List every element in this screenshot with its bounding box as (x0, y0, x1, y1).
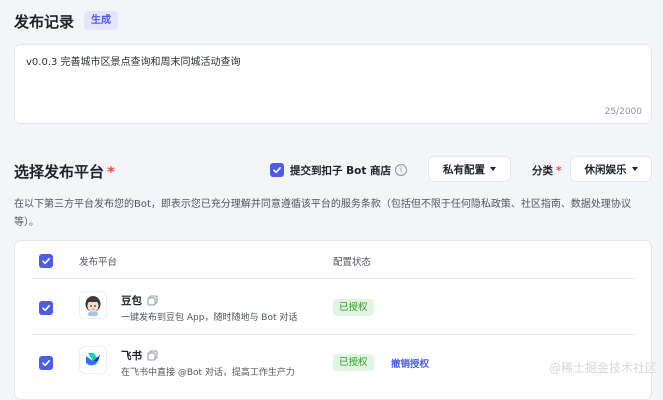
feishu-logo-icon (79, 346, 107, 374)
terms-notice: 在以下第三方平台发布您的Bot，即表示您已充分理解并同意遵循该平台的服务条款（包… (14, 199, 631, 228)
category-value: 休闲娱乐 (584, 163, 627, 176)
platform-section-title-text: 选择发布平台 (14, 163, 105, 181)
check-icon (273, 167, 281, 174)
info-icon[interactable]: i (395, 164, 408, 176)
header-platform: 发布平台 (79, 257, 118, 268)
submit-store-checkbox[interactable] (270, 163, 284, 177)
submit-store-option[interactable]: 提交到扣子 Bot 商店 i (270, 162, 408, 178)
platform-section-title: 选择发布平台 * (14, 161, 115, 182)
category-required-mark: * (556, 165, 562, 177)
feishu-checkbox[interactable] (39, 356, 53, 370)
doubao-logo-icon (79, 291, 107, 319)
feishu-status-badge: 已授权 (333, 354, 374, 371)
doubao-status-badge: 已授权 (333, 299, 374, 316)
private-config-dropdown[interactable]: 私有配置 (428, 156, 511, 182)
submit-store-label: 提交到扣子 Bot 商店 (290, 164, 392, 177)
divider (31, 334, 635, 335)
feishu-description: 在飞书中直接 @Bot 对话，提高工作生产力 (121, 368, 295, 378)
platform-table: 发布平台 配置状态 豆包 一键发布到豆包 App，随时随地与 Bot 对话 已授… (14, 240, 652, 400)
doubao-name: 豆包 (121, 293, 158, 308)
private-config-label: 私有配置 (443, 163, 485, 176)
header-status: 配置状态 (333, 257, 372, 268)
doubao-checkbox[interactable] (39, 301, 53, 315)
check-icon (42, 305, 50, 312)
copy-icon[interactable] (147, 350, 158, 361)
copy-icon[interactable] (147, 295, 158, 306)
required-mark: * (107, 163, 115, 181)
check-icon (42, 258, 50, 265)
generate-button[interactable]: 生成 (84, 11, 118, 30)
select-all-checkbox[interactable] (39, 254, 53, 268)
divider (31, 278, 635, 279)
watermark: @稀土掘金技术社区 (548, 361, 657, 375)
release-log-textarea[interactable]: v0.0.3 完善城市区景点查询和周末同城活动查询 25/2000 (14, 44, 652, 124)
category-dropdown[interactable]: 休闲娱乐 (570, 156, 652, 182)
chevron-down-icon (631, 167, 638, 171)
doubao-description: 一键发布到豆包 App，随时随地与 Bot 对话 (121, 313, 298, 323)
release-log-title: 发布记录 (14, 13, 75, 31)
char-counter: 25/2000 (604, 107, 642, 117)
revoke-auth-link[interactable]: 撤销授权 (391, 356, 429, 370)
check-icon (42, 360, 50, 367)
category-label: 分类 * (532, 165, 562, 177)
feishu-name: 飞书 (121, 348, 158, 363)
release-log-text: v0.0.3 完善城市区景点查询和周末同城活动查询 (26, 57, 241, 68)
chevron-down-icon (490, 167, 496, 171)
